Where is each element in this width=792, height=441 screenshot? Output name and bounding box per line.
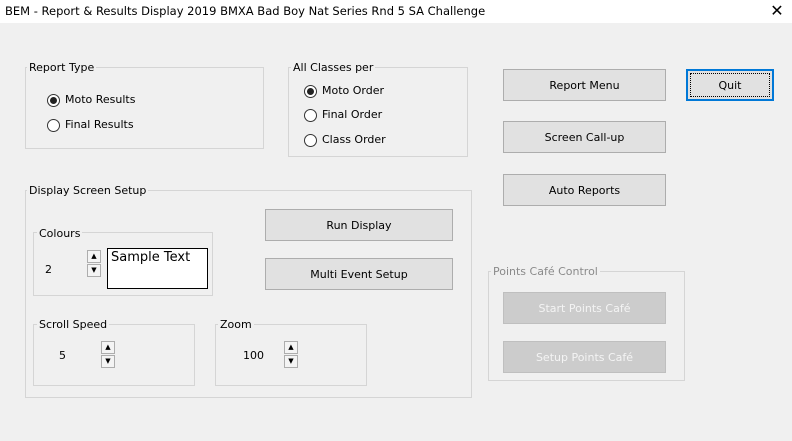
radio-final-order[interactable]: Final Order <box>304 108 382 122</box>
sample-text-box: Sample Text <box>107 248 208 289</box>
report-type-group <box>25 67 264 149</box>
radio-indicator <box>304 108 317 122</box>
points-cafe-label: Points Café Control <box>491 265 600 278</box>
screen-callup-button[interactable]: Screen Call-up <box>503 121 666 153</box>
scroll-speed-spinner[interactable]: ▲ ▼ <box>101 341 115 368</box>
report-type-label: Report Type <box>27 61 97 74</box>
radio-indicator <box>47 118 60 132</box>
radio-label: Final Results <box>65 118 134 131</box>
start-points-cafe-button[interactable]: Start Points Café <box>503 292 666 324</box>
zoom-value: 100 <box>243 349 264 362</box>
close-icon[interactable]: ✕ <box>764 0 790 22</box>
radio-label: Final Order <box>322 108 383 121</box>
window-title: BEM - Report & Results Display 2019 BMXA… <box>5 4 486 18</box>
spin-up-icon[interactable]: ▲ <box>101 341 115 354</box>
focus-rect <box>690 73 770 97</box>
all-classes-label: All Classes per <box>291 61 376 74</box>
scroll-speed-value: 5 <box>59 349 66 362</box>
radio-label: Class Order <box>322 133 386 146</box>
spin-down-icon[interactable]: ▼ <box>284 355 298 368</box>
report-menu-button[interactable]: Report Menu <box>503 69 666 101</box>
zoom-spinner[interactable]: ▲ ▼ <box>284 341 298 368</box>
radio-label: Moto Order <box>322 84 385 97</box>
title-bar: BEM - Report & Results Display 2019 BMXA… <box>0 0 792 23</box>
radio-final-results[interactable]: Final Results <box>47 118 134 132</box>
display-setup-label: Display Screen Setup <box>27 184 149 197</box>
quit-button[interactable]: Quit <box>686 69 774 101</box>
radio-indicator-selected <box>47 93 60 107</box>
spin-up-icon[interactable]: ▲ <box>87 250 101 263</box>
colours-label: Colours <box>37 227 83 240</box>
multi-event-setup-button[interactable]: Multi Event Setup <box>265 258 453 290</box>
radio-indicator <box>304 133 317 147</box>
radio-indicator-selected <box>304 84 317 98</box>
spin-down-icon[interactable]: ▼ <box>101 355 115 368</box>
zoom-label: Zoom <box>218 318 254 331</box>
spin-down-icon[interactable]: ▼ <box>87 264 101 277</box>
spin-up-icon[interactable]: ▲ <box>284 341 298 354</box>
radio-label: Moto Results <box>65 93 136 106</box>
setup-points-cafe-button[interactable]: Setup Points Café <box>503 341 666 373</box>
radio-moto-order[interactable]: Moto Order <box>304 84 384 98</box>
radio-class-order[interactable]: Class Order <box>304 133 386 147</box>
run-display-button[interactable]: Run Display <box>265 209 453 241</box>
colours-value: 2 <box>45 263 52 276</box>
radio-moto-results[interactable]: Moto Results <box>47 93 135 107</box>
colours-spinner[interactable]: ▲ ▼ <box>87 250 101 277</box>
auto-reports-button[interactable]: Auto Reports <box>503 174 666 206</box>
scroll-speed-label: Scroll Speed <box>37 318 110 331</box>
